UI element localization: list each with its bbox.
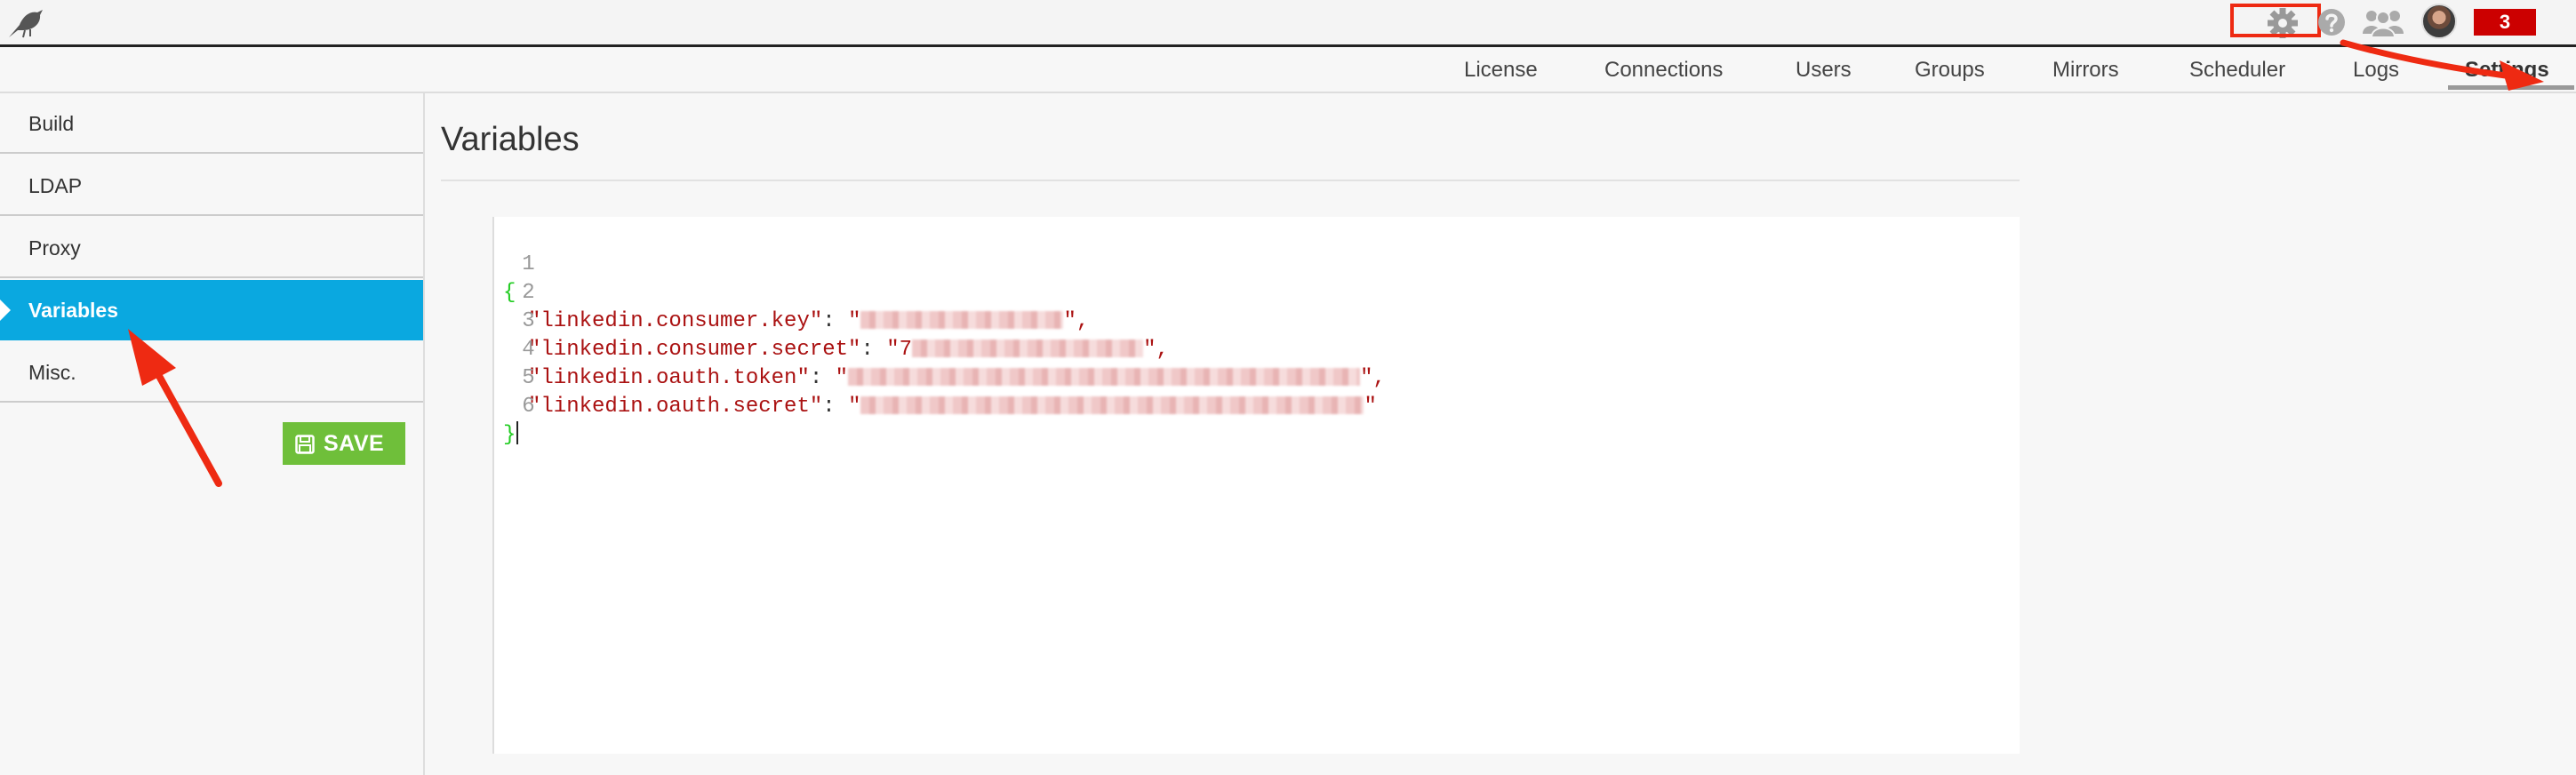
tab-connections[interactable]: Connections xyxy=(1604,58,1723,83)
top-bar: 3 xyxy=(0,0,2576,47)
redacted-value xyxy=(848,368,1361,386)
floppy-disk-icon xyxy=(295,435,315,454)
json-value-close: ", xyxy=(1143,338,1169,362)
json-value-open: " xyxy=(848,395,861,419)
notification-badge[interactable]: 3 xyxy=(2474,9,2536,36)
json-key: "linkedin.oauth.secret" xyxy=(528,395,823,419)
code-line: 2 "linkedin.consumer.key": " ", xyxy=(441,251,1089,333)
title-divider xyxy=(441,180,2020,181)
json-key: "linkedin.consumer.secret" xyxy=(528,338,861,362)
json-value-close: ", xyxy=(1063,309,1090,333)
bird-logo-icon[interactable] xyxy=(7,5,46,39)
code-line: 3 "linkedin.consumer.secret": "7 ", xyxy=(441,279,1169,362)
annotation-arrow-settings xyxy=(2340,39,2544,91)
annotation-arrow-variables xyxy=(128,329,222,487)
tab-mirrors[interactable]: Mirrors xyxy=(2052,58,2119,83)
json-key: "linkedin.oauth.token" xyxy=(528,366,810,390)
sidebar-item-ldap[interactable]: LDAP xyxy=(0,156,423,216)
json-code-editor[interactable]: 1 { 2 "linkedin.consumer.key": " ", 3 "li… xyxy=(441,217,2020,754)
json-value-open: "7 xyxy=(886,338,913,362)
redacted-value xyxy=(860,396,1364,414)
sidebar-item-proxy[interactable]: Proxy xyxy=(0,218,423,278)
tab-users[interactable]: Users xyxy=(1796,58,1852,83)
line-number: 3 xyxy=(522,309,535,333)
redacted-value xyxy=(860,311,1064,329)
tab-groups[interactable]: Groups xyxy=(1915,58,1985,83)
sidebar-item-build[interactable]: Build xyxy=(0,93,423,154)
save-button[interactable]: SAVE xyxy=(283,422,405,465)
line-number: 2 xyxy=(522,281,535,305)
code-line: 5 "linkedin.oauth.secret": " " xyxy=(441,336,1377,419)
json-value-close: ", xyxy=(1360,366,1386,390)
json-value-close: " xyxy=(1364,395,1377,419)
line-number: 4 xyxy=(522,338,535,362)
redacted-value xyxy=(912,340,1144,357)
json-value-open: " xyxy=(835,366,849,390)
tab-license[interactable]: License xyxy=(1464,58,1538,83)
code-line: 4 "linkedin.oauth.token": " ", xyxy=(441,308,1386,390)
line-number: 6 xyxy=(522,395,535,419)
save-button-label: SAVE xyxy=(324,431,385,456)
line-number: 5 xyxy=(522,366,535,390)
text-cursor xyxy=(516,421,519,444)
json-value-open: " xyxy=(848,309,861,333)
line-number: 1 xyxy=(522,252,535,276)
json-key: "linkedin.consumer.key" xyxy=(528,309,823,333)
code-line: 1 { xyxy=(441,222,535,305)
close-brace: } xyxy=(503,423,516,447)
page-title: Variables xyxy=(441,121,580,158)
code-line: 6 } xyxy=(441,364,535,447)
gear-highlight-box xyxy=(2230,4,2321,37)
help-icon[interactable] xyxy=(2316,7,2347,37)
tab-bar: License Connections Users Groups Mirrors… xyxy=(0,47,2576,93)
tab-scheduler[interactable]: Scheduler xyxy=(2189,58,2285,83)
users-icon[interactable] xyxy=(2361,7,2405,37)
